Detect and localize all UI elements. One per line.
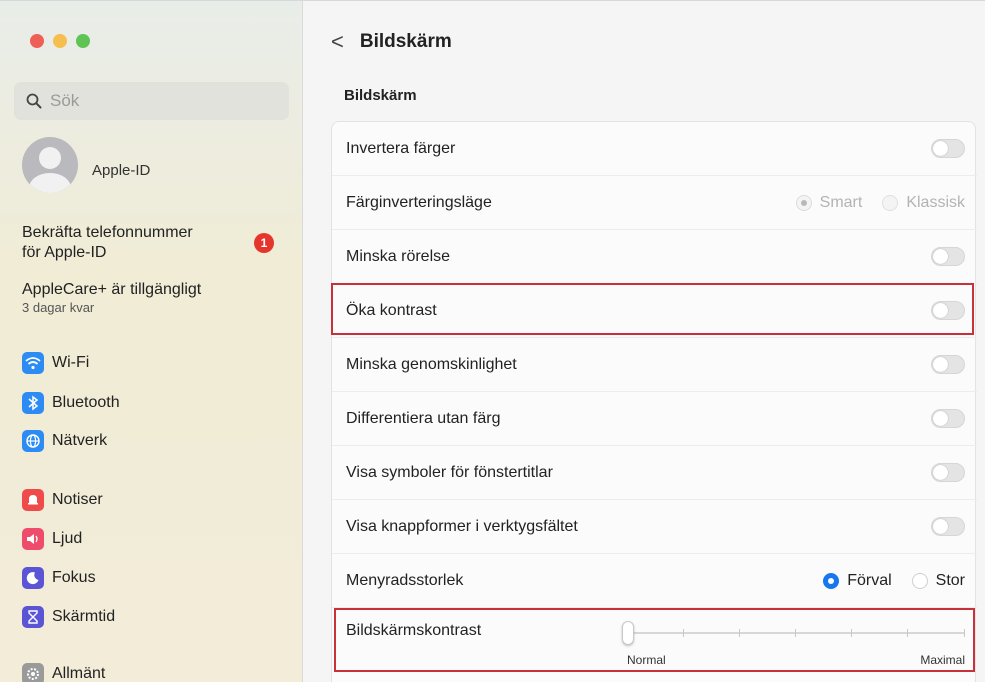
menu-bar-size-radio-group: Förval Stor: [823, 572, 965, 590]
main-content: < Bildskärm Bildskärm Invertera färger F…: [303, 1, 985, 682]
radio-label: Smart: [819, 193, 863, 211]
globe-icon: [22, 430, 44, 452]
display-contrast-slider[interactable]: Normal Maximal: [622, 616, 965, 667]
search-icon: [26, 93, 42, 109]
zoom-window-button[interactable]: [76, 34, 90, 48]
bluetooth-icon: [22, 392, 44, 414]
setting-label: Öka kontrast: [346, 301, 437, 319]
sidebar-item-notifications[interactable]: Notiser: [22, 488, 292, 512]
setting-label: Visa knappformer i verktygsfältet: [346, 517, 578, 535]
notice-line-1: Bekräfta telefonnummer: [22, 224, 193, 241]
radio-dot: [911, 572, 928, 589]
applecare-subtitle: 3 dagar kvar: [22, 300, 95, 315]
moon-icon: [22, 567, 44, 589]
setting-row-menu-bar-size: Menyradsstorlek Förval Stor: [332, 554, 977, 608]
slider-min-label: Normal: [627, 653, 666, 667]
setting-row-reduce-motion: Minska rörelse: [332, 230, 977, 284]
radio-dot: [823, 572, 840, 589]
sidebar-item-label: Bluetooth: [52, 394, 120, 411]
reduce-motion-toggle[interactable]: [931, 247, 965, 266]
sidebar-item-label: Nätverk: [52, 432, 108, 449]
radio-label: Förval: [847, 571, 892, 589]
page-title: Bildskärm: [359, 31, 452, 52]
differentiate-without-color-toggle[interactable]: [931, 409, 965, 428]
setting-row-differentiate-without-color: Differentiera utan färg: [332, 392, 977, 446]
sidebar-item-label: Wi-Fi: [52, 354, 90, 371]
sidebar-item-wifi[interactable]: Wi-Fi: [22, 351, 292, 375]
radio-dot: [795, 194, 812, 211]
setting-label: Visa symboler för fönstertitlar: [346, 463, 553, 481]
setting-row-reduce-transparency: Minska genomskinlighet: [332, 338, 977, 392]
setting-row-display-contrast: Bildskärmskontrast Normal Maximal: [332, 608, 977, 668]
avatar: [22, 137, 78, 193]
setting-label: Bildskärmskontrast: [346, 622, 482, 639]
section-title: Bildskärm: [344, 87, 417, 104]
sidebar-item-label: Fokus: [52, 569, 96, 586]
applecare-notice[interactable]: AppleCare+ är tillgängligt 3 dagar kvar: [22, 280, 201, 316]
notice-line-2: för Apple-ID: [22, 244, 107, 261]
applecare-title: AppleCare+ är tillgängligt: [22, 281, 202, 298]
sidebar-item-network[interactable]: Nätverk: [22, 429, 292, 453]
sidebar: Apple-ID Bekräfta telefonnummer för Appl…: [0, 1, 303, 682]
sidebar-item-screen-time[interactable]: Skärmtid: [22, 605, 292, 629]
radio-dot: [882, 194, 899, 211]
setting-label: Minska rörelse: [346, 247, 451, 265]
search-field[interactable]: [14, 82, 289, 120]
sidebar-item-general[interactable]: Allmänt: [22, 662, 292, 682]
increase-contrast-toggle[interactable]: [931, 301, 965, 320]
speaker-icon: [22, 528, 44, 550]
hourglass-icon: [22, 606, 44, 628]
setting-label: Invertera färger: [346, 139, 456, 157]
sidebar-item-sound[interactable]: Ljud: [22, 527, 292, 551]
minimize-window-button[interactable]: [53, 34, 67, 48]
setting-label: Differentiera utan färg: [346, 409, 501, 427]
slider-thumb[interactable]: [622, 621, 634, 645]
slider-max-label: Maximal: [920, 653, 965, 667]
sidebar-item-bluetooth[interactable]: Bluetooth: [22, 391, 292, 415]
radio-default[interactable]: Förval: [823, 571, 892, 590]
radio-classic[interactable]: Klassisk: [882, 194, 965, 212]
setting-row-toolbar-button-shapes: Visa knappformer i verktygsfältet: [332, 500, 977, 554]
search-input[interactable]: [50, 91, 270, 111]
wifi-icon: [22, 352, 44, 374]
radio-label: Klassisk: [906, 193, 965, 211]
confirm-phone-notice[interactable]: Bekräfta telefonnummer för Apple-ID 1: [22, 223, 282, 263]
setting-row-invert-colors: Invertera färger: [332, 122, 977, 176]
sidebar-item-label: Allmänt: [52, 665, 106, 682]
sidebar-item-label: Notiser: [52, 491, 103, 508]
setting-label: Färginverteringsläge: [346, 193, 492, 211]
apple-id-label: Apple-ID: [92, 161, 151, 179]
bell-icon: [22, 489, 44, 511]
header: < Bildskärm: [331, 29, 452, 55]
setting-row-window-title-icons: Visa symboler för fönstertitlar: [332, 446, 977, 500]
toolbar-button-shapes-toggle[interactable]: [931, 517, 965, 536]
sidebar-item-label: Skärmtid: [52, 608, 116, 625]
reduce-transparency-toggle[interactable]: [931, 355, 965, 374]
gear-icon: [22, 663, 44, 682]
setting-row-increase-contrast: Öka kontrast: [332, 284, 977, 338]
setting-label: Menyradsstorlek: [346, 571, 464, 589]
settings-window: Apple-ID Bekräfta telefonnummer för Appl…: [0, 0, 985, 682]
window-title-icons-toggle[interactable]: [931, 463, 965, 482]
slider-track: [627, 632, 965, 634]
back-button[interactable]: <: [331, 29, 344, 55]
sidebar-item-label: Ljud: [52, 530, 83, 547]
notification-badge: 1: [254, 233, 274, 253]
apple-id-item[interactable]: Apple-ID: [22, 137, 150, 193]
window-controls: [30, 34, 90, 48]
sidebar-item-focus[interactable]: Fokus: [22, 566, 292, 590]
invert-colors-toggle[interactable]: [931, 139, 965, 158]
setting-label: Minska genomskinlighet: [346, 355, 517, 373]
settings-panel: Invertera färger Färginverteringsläge Sm…: [331, 121, 977, 682]
close-window-button[interactable]: [30, 34, 44, 48]
radio-large[interactable]: Stor: [911, 571, 965, 590]
setting-row-invert-mode: Färginverteringsläge Smart Klassisk: [332, 176, 977, 230]
radio-smart[interactable]: Smart: [795, 193, 863, 212]
invert-mode-radio-group: Smart Klassisk: [795, 193, 965, 212]
radio-label: Stor: [935, 571, 965, 589]
